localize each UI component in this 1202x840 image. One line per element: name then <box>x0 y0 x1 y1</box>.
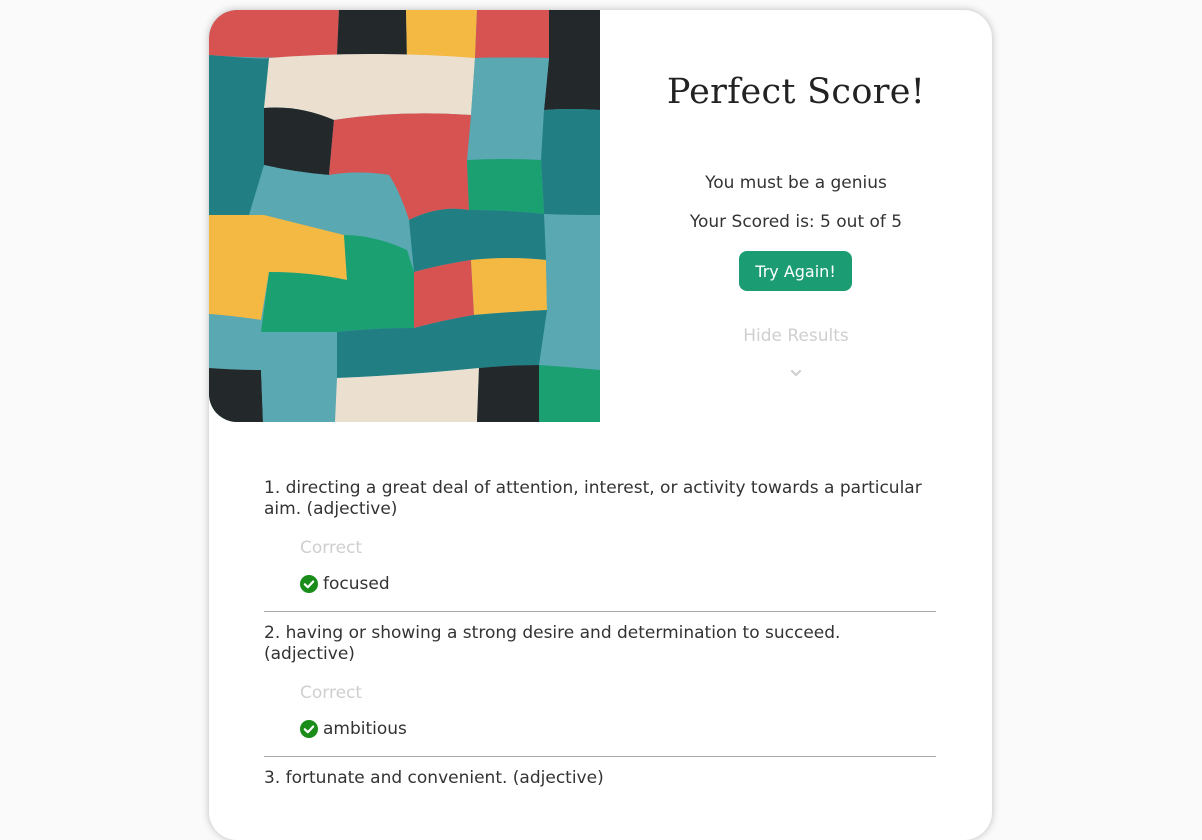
question-text: 2. having or showing a strong desire and… <box>264 623 841 664</box>
question-item: 1. directing a great deal of attention, … <box>264 476 936 612</box>
answer-text: focused <box>323 574 390 594</box>
answer-status: Correct <box>300 683 363 703</box>
hide-results-toggle[interactable]: Hide Results <box>600 326 992 346</box>
answer-text: ambitious <box>323 719 407 739</box>
abstract-artwork <box>209 10 600 422</box>
question-item: 2. having or showing a strong desire and… <box>264 621 936 757</box>
check-circle-icon <box>300 720 318 738</box>
results-list: 1. directing a great deal of attention, … <box>264 476 936 789</box>
question-text: 3. fortunate and convenient. (adjective) <box>264 768 604 788</box>
check-circle-icon <box>300 575 318 593</box>
result-panel: Perfect Score! You must be a genius Your… <box>600 10 992 422</box>
result-title: Perfect Score! <box>666 72 926 112</box>
question-item: 3. fortunate and convenient. (adjective) <box>264 766 936 789</box>
chevron-down-icon[interactable] <box>790 367 802 379</box>
answer-status: Correct <box>300 538 363 558</box>
results-card: Perfect Score! You must be a genius Your… <box>209 10 992 840</box>
try-again-button[interactable]: Try Again! <box>739 251 852 291</box>
score-text: Your Scored is: 5 out of 5 <box>689 212 903 232</box>
answer-row: ambitious <box>300 719 936 756</box>
artwork-illustration-icon <box>209 10 600 422</box>
answer-row: focused <box>300 574 936 611</box>
result-message: You must be a genius <box>705 173 887 193</box>
question-text: 1. directing a great deal of attention, … <box>264 478 922 519</box>
